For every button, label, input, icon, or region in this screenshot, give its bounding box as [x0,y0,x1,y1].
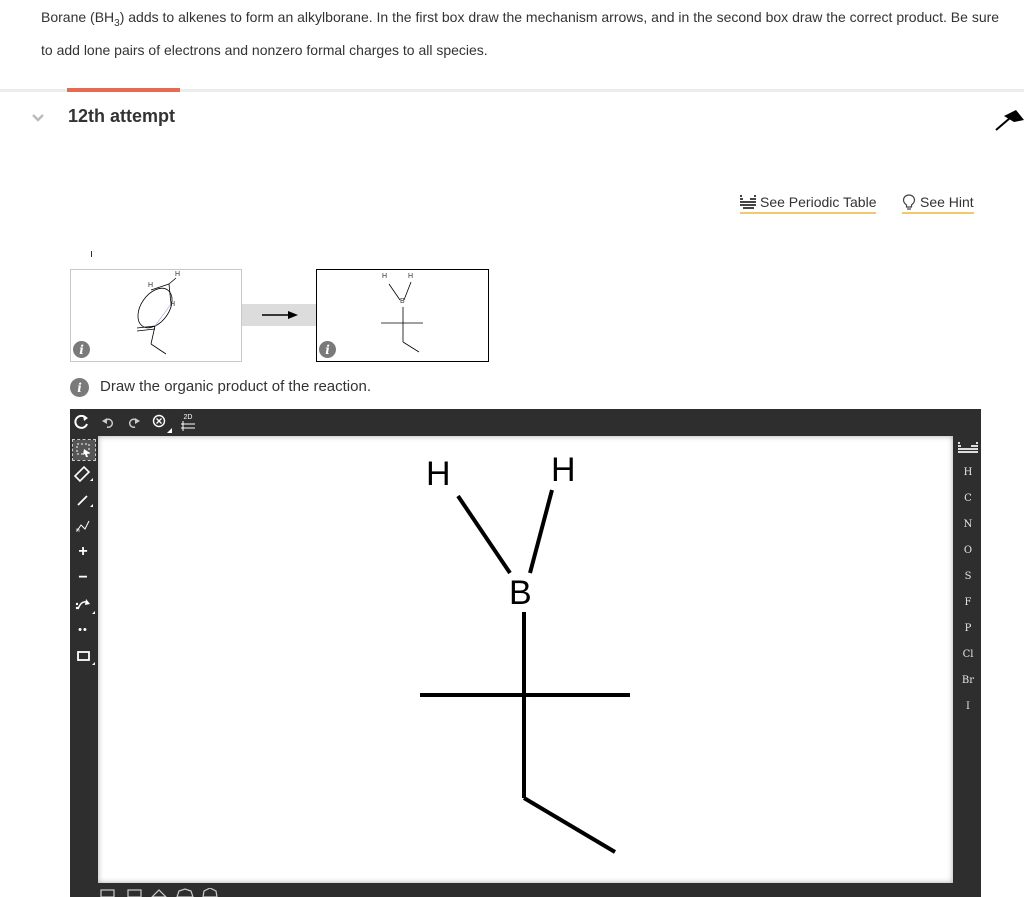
element-c[interactable]: C [958,493,978,504]
mechanism-atom-h3: H [170,301,176,308]
attempt-title: 12th attempt [68,106,176,126]
reaction-arrow-bar [242,304,316,326]
mechanism-atom-h2: H [148,282,154,289]
ring-templates-bar[interactable] [100,888,220,897]
chevron-down-icon[interactable] [30,110,46,126]
product-atom-b: B [400,298,405,305]
atom-hydrogen-right[interactable]: H [551,453,576,487]
atom-hydrogen-left[interactable]: H [426,457,451,491]
pin-arrow-icon[interactable] [994,106,1024,132]
element-h[interactable]: H [958,467,978,478]
mechanism-sketch [136,277,177,355]
product-sketch [381,281,423,353]
periodic-table-label: See Periodic Table [760,194,877,210]
shape-icon[interactable] [74,646,96,666]
element-br[interactable]: Br [958,675,978,686]
lightbulb-icon [902,194,916,210]
mechanism-info-icon[interactable]: i [73,341,90,358]
arrow-icon[interactable] [74,595,96,615]
undo-icon[interactable] [101,415,115,429]
select-arrow-icon [76,443,90,457]
mechanism-atom-h1: H [175,271,181,278]
product-atom-h2: H [408,273,414,280]
bond-icon[interactable] [74,490,94,508]
reaction-arrow-icon [262,311,298,319]
element-f[interactable]: F [958,597,978,608]
attempt-tab-indicator [67,88,180,92]
mechanism-box[interactable]: H H H [70,269,242,362]
product-atom-h1: H [382,273,388,280]
instruction-info-icon: i [70,378,89,397]
select-icon[interactable] [72,439,96,461]
drawing-canvas[interactable]: H H B [98,436,953,883]
product-info-icon[interactable]: i [319,341,336,358]
molecule-bonds [420,489,630,854]
redo-icon[interactable] [127,415,141,429]
negative-charge-icon[interactable]: − [74,569,92,587]
chain-icon[interactable]: n [74,516,94,534]
positive-charge-icon[interactable]: + [74,543,92,561]
atom-boron[interactable]: B [509,576,532,610]
svg-text:n: n [76,527,80,534]
periodic-table-link[interactable]: See Periodic Table [740,194,877,214]
lone-pair-icon[interactable]: •• [73,622,93,638]
hint-link[interactable]: See Hint [902,194,974,214]
refresh-icon[interactable] [72,413,90,431]
question-text-part1: Borane (BH [41,9,115,25]
element-n[interactable]: N [958,519,978,530]
tick-mark [91,251,92,257]
instruction-text: Draw the organic product of the reaction… [100,378,371,395]
element-i[interactable]: I [958,701,978,712]
question-text: Borane (BH3) adds to alkenes to form an … [41,4,1001,63]
element-p[interactable]: P [958,623,978,634]
periodic-table-icon [740,195,756,209]
question-text-part2: ) adds to alkenes to form an alkylborane… [41,9,1000,58]
hint-label: See Hint [920,194,974,210]
element-s[interactable]: S [958,571,978,582]
element-cl[interactable]: Cl [958,649,978,660]
element-o[interactable]: O [958,545,978,556]
eraser-icon[interactable] [74,465,94,483]
2d-grid-icon [181,420,195,431]
periodic-table-palette-icon[interactable] [958,442,978,454]
2d-clean-label: 2D [183,413,193,421]
2d-clean-icon[interactable]: 2D [178,412,198,432]
zoom-icon[interactable] [151,413,173,435]
product-box[interactable]: H H B [316,269,489,362]
